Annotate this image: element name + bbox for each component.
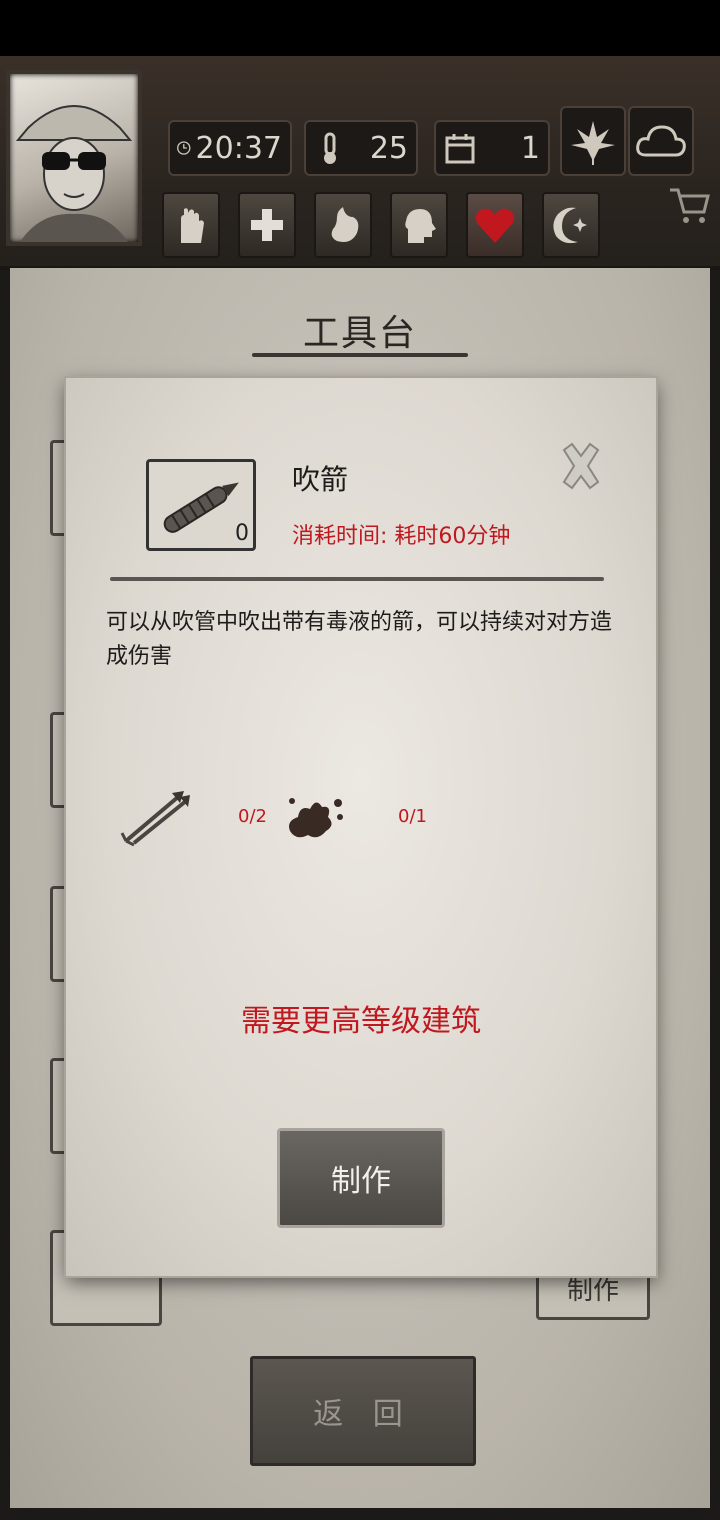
clock-icon <box>177 141 191 155</box>
moon-icon <box>553 207 587 244</box>
poison-splat-icon <box>289 798 343 838</box>
weather-button[interactable] <box>628 106 694 176</box>
calendar-icon <box>445 134 475 164</box>
head-icon <box>405 209 436 243</box>
character-portrait-image <box>15 105 133 242</box>
item-description: 可以从吹管中吹出带有毒液的箭，可以持续对对方造成伤害 <box>106 610 613 669</box>
heart-button[interactable] <box>466 192 524 258</box>
item-count: 0 <box>235 521 249 546</box>
requirement-warning: 需要更高等级建筑 <box>241 1004 481 1039</box>
arrows-icon <box>120 791 190 847</box>
modal-divider <box>110 577 604 581</box>
status-bar <box>0 0 720 56</box>
leaf-icon <box>571 121 615 165</box>
item-icon-frame: 0 <box>146 459 256 551</box>
craft-button[interactable]: 制作 <box>277 1128 445 1228</box>
health-cross-icon <box>251 209 283 241</box>
cloud-icon <box>636 125 686 157</box>
day-value: 1 <box>520 130 540 166</box>
health-button[interactable] <box>238 192 296 258</box>
item-time-cost: 消耗时间: 耗时60分钟 <box>292 524 511 549</box>
season-leaf-button[interactable] <box>560 106 626 176</box>
heart-icon <box>475 208 515 243</box>
title-underline <box>252 353 468 357</box>
stomach-icon <box>331 207 359 242</box>
material-count-poison: 0/1 <box>398 806 427 827</box>
head-button[interactable] <box>390 192 448 258</box>
hand-icon <box>181 208 204 243</box>
stomach-button[interactable] <box>314 192 372 258</box>
return-button[interactable]: 返 回 <box>250 1356 476 1466</box>
cart-icon[interactable] <box>664 180 714 230</box>
day-display: 1 <box>434 120 550 176</box>
temperature-value: 25 <box>369 130 408 166</box>
sleep-button[interactable] <box>542 192 600 258</box>
temperature-display: 25 <box>304 120 418 176</box>
material-count-arrows: 0/2 <box>238 806 267 827</box>
panel-title: 工具台 <box>302 313 417 354</box>
time-display: 20:37 <box>168 120 292 176</box>
thermometer-icon <box>324 132 336 164</box>
hand-button[interactable] <box>162 192 220 258</box>
material-poison <box>282 784 348 850</box>
character-portrait[interactable] <box>6 70 142 246</box>
material-arrows <box>120 784 190 850</box>
close-icon[interactable] <box>556 440 606 492</box>
item-name: 吹箭 <box>292 463 349 496</box>
time-value: 20:37 <box>195 130 282 166</box>
